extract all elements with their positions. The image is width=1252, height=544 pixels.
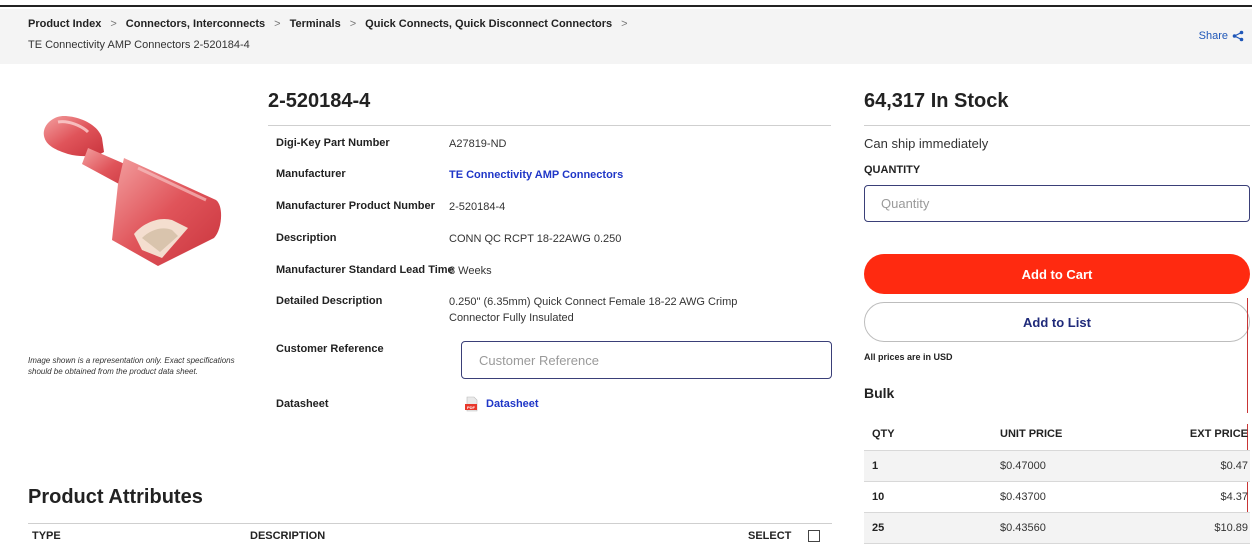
divider (864, 125, 1250, 126)
packaging-title: Bulk (864, 385, 895, 401)
svg-text:PDF: PDF (467, 405, 476, 410)
detail-value-detailed-description: 0.250" (6.35mm) Quick Connect Female 18-… (449, 296, 738, 324)
column-header-unit-price: UNIT PRICE (992, 419, 1134, 451)
customer-reference-input[interactable] (461, 341, 832, 379)
price-qty: 10 (864, 481, 992, 513)
breadcrumb-terminals[interactable]: Terminals (290, 18, 341, 30)
price-ext: $4.37 (1134, 481, 1250, 513)
detail-label-digikey-part: Digi-Key Part Number (276, 137, 390, 149)
stock-status: 64,317 In Stock (864, 90, 1009, 112)
breadcrumb-separator: > (274, 18, 281, 30)
breadcrumb-separator: > (349, 18, 357, 30)
table-row: 10 $0.43700 $4.37 (864, 481, 1250, 513)
price-ext: $10.89 (1134, 512, 1250, 544)
divider (28, 523, 832, 524)
detail-value-description: CONN QC RCPT 18-22AWG 0.250 (449, 233, 622, 245)
breadcrumb-product-index[interactable]: Product Index (28, 18, 101, 30)
breadcrumb-separator: > (621, 18, 628, 30)
breadcrumb-quick-connects[interactable]: Quick Connects, Quick Disconnect Connect… (365, 18, 612, 30)
ship-status: Can ship immediately (864, 136, 989, 151)
detail-label-detailed-description: Detailed Description (276, 295, 383, 307)
datasheet-link[interactable]: PDF Datasheet (464, 396, 539, 412)
breadcrumb-separator: > (110, 18, 117, 30)
breadcrumb-connectors[interactable]: Connectors, Interconnects (126, 18, 265, 30)
detail-label-customer-reference: Customer Reference (276, 343, 384, 355)
add-to-cart-button[interactable]: Add to Cart (864, 254, 1250, 294)
share-label: Share (1198, 30, 1228, 42)
detail-label-mfr-part: Manufacturer Product Number (276, 200, 435, 212)
page-title: 2-520184-4 (268, 90, 371, 112)
quantity-input[interactable] (864, 185, 1250, 222)
breadcrumb: Product Index > Connectors, Interconnects >… (0, 9, 1252, 64)
table-row: 1 $0.47000 $0.47 (864, 450, 1250, 482)
price-unit: $0.47000 (992, 450, 1134, 482)
detail-value-lead-time: 8 Weeks (449, 265, 492, 277)
price-table: QTY UNIT PRICE EXT PRICE 1 $0.47000 $0.4… (864, 419, 1250, 544)
detail-value-mfr-part: 2-520184-4 (449, 201, 506, 213)
price-qty: 25 (864, 512, 992, 544)
column-header-description: DESCRIPTION (250, 530, 326, 542)
column-header-type: TYPE (32, 530, 61, 542)
breadcrumb-current: TE Connectivity AMP Connectors 2-520184-… (28, 39, 250, 51)
section-title-product-attributes: Product Attributes (28, 486, 203, 508)
pdf-icon: PDF (465, 396, 478, 412)
currency-note: All prices are in USD (864, 352, 953, 362)
image-disclaimer: Image shown is a representation only. Ex… (28, 356, 235, 376)
select-all-checkbox[interactable] (808, 530, 820, 542)
breadcrumb-trail: Product Index > Connectors, Interconnects >… (28, 18, 637, 30)
price-ext: $0.47 (1134, 450, 1250, 482)
product-image[interactable] (38, 108, 228, 268)
detail-value-digikey-part: A27819-ND (449, 138, 507, 150)
add-to-list-button[interactable]: Add to List (864, 302, 1250, 342)
price-qty: 1 (864, 450, 992, 482)
focus-edge (1247, 298, 1248, 413)
column-header-select: SELECT (748, 530, 792, 542)
table-row: 25 $0.43560 $10.89 (864, 512, 1250, 544)
quantity-label: QUANTITY (864, 164, 921, 176)
share-icon (1232, 30, 1244, 42)
column-header-ext-price: EXT PRICE (1134, 419, 1250, 451)
column-header-qty: QTY (864, 419, 992, 451)
detail-label-datasheet: Datasheet (276, 398, 329, 410)
price-unit: $0.43560 (992, 512, 1134, 544)
detail-label-description: Description (276, 232, 337, 244)
share-button[interactable]: Share (1199, 30, 1244, 42)
datasheet-label: Datasheet (486, 398, 539, 410)
detail-label-lead-time: Manufacturer Standard Lead Time (276, 264, 454, 276)
detail-label-manufacturer: Manufacturer (276, 168, 346, 180)
price-table-header: QTY UNIT PRICE EXT PRICE (864, 419, 1250, 451)
manufacturer-link[interactable]: TE Connectivity AMP Connectors (449, 167, 623, 183)
top-border (0, 0, 1252, 7)
divider (268, 125, 831, 126)
price-unit: $0.43700 (992, 481, 1134, 513)
